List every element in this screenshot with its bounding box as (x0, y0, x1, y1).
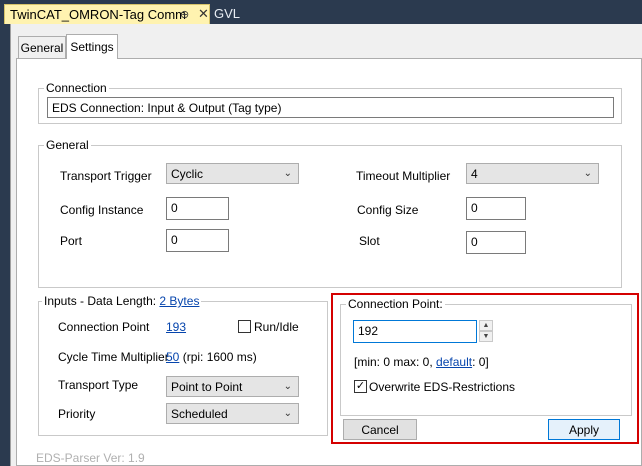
chevron-down-icon: ⌄ (583, 168, 592, 179)
transport-type-label: Transport Type (58, 378, 139, 392)
transport-type-value: Point to Point (171, 380, 243, 394)
connection-legend: Connection (44, 81, 109, 95)
connection-point-link[interactable]: 193 (166, 320, 186, 334)
timeout-multiplier-value: 4 (471, 167, 478, 181)
port-field[interactable]: 0 (166, 229, 229, 252)
left-frame (0, 24, 10, 466)
tab-general[interactable]: General (18, 36, 66, 58)
chevron-down-icon: ⌄ (283, 381, 292, 392)
config-instance-field[interactable]: 0 (166, 197, 229, 220)
run-idle-checkbox[interactable] (238, 320, 251, 333)
inputs-legend-text: Inputs - Data Length: (44, 294, 157, 308)
run-idle-label: Run/Idle (254, 320, 299, 334)
spin-up-icon[interactable]: ▲ (479, 320, 493, 331)
apply-button[interactable]: Apply (548, 419, 620, 440)
inputs-legend: Inputs - Data Length: 2 Bytes (42, 294, 202, 308)
doc-tab-label: TwinCAT_OMRON-Tag Comm (10, 7, 187, 22)
connection-point-label: Connection Point (58, 320, 150, 334)
spin-down-icon[interactable]: ▼ (479, 331, 493, 342)
transport-type-select[interactable]: Point to Point ⌄ (166, 376, 299, 397)
close-icon[interactable]: ✕ (198, 6, 209, 22)
timeout-multiplier-label: Timeout Multiplier (356, 169, 451, 183)
range-text: [min: 0 max: 0, default: 0] (354, 355, 489, 369)
overwrite-eds-checkbox[interactable]: ✓ (354, 380, 367, 393)
transport-trigger-label: Transport Trigger (60, 169, 152, 183)
priority-label: Priority (58, 407, 96, 421)
slot-field[interactable]: 0 (466, 231, 526, 254)
connection-point-input[interactable]: 192 (353, 320, 477, 343)
chevron-down-icon: ⌄ (283, 168, 292, 179)
doc-tab-twincat-omron[interactable]: TwinCAT_OMRON-Tag Comm ⊕ ✕ (4, 4, 210, 24)
pin-icon[interactable]: ⊕ (180, 8, 189, 21)
overwrite-eds-label: Overwrite EDS-Restrictions (369, 380, 516, 394)
range-prefix: [min: 0 max: 0, (354, 355, 433, 369)
tab-settings[interactable]: Settings (66, 34, 118, 59)
transport-trigger-value: Cyclic (171, 167, 203, 181)
chevron-down-icon: ⌄ (283, 408, 292, 419)
connection-point-legend: Connection Point: (346, 297, 445, 311)
transport-trigger-select[interactable]: Cyclic ⌄ (166, 163, 299, 184)
cancel-button[interactable]: Cancel (343, 419, 417, 440)
default-link[interactable]: default (436, 355, 472, 369)
config-size-label: Config Size (357, 203, 419, 217)
general-legend: General (44, 138, 91, 152)
data-length-link[interactable]: 2 Bytes (159, 294, 199, 308)
doc-tab-gvl[interactable]: GVL (214, 6, 240, 24)
cycle-time-multiplier-label: Cycle Time Multiplier (58, 350, 169, 364)
cycle-time-link[interactable]: 50 (166, 350, 179, 364)
port-label: Port (60, 234, 83, 248)
config-size-field[interactable]: 0 (466, 197, 526, 220)
timeout-multiplier-select[interactable]: 4 ⌄ (466, 163, 599, 184)
cycle-time-value: 50 (rpi: 1600 ms) (166, 350, 257, 364)
range-suffix: : 0] (472, 355, 489, 369)
priority-select[interactable]: Scheduled ⌄ (166, 403, 299, 424)
config-instance-label: Config Instance (60, 203, 144, 217)
slot-label: Slot (359, 234, 380, 248)
priority-value: Scheduled (171, 407, 228, 421)
rpi-text: (rpi: 1600 ms) (182, 350, 257, 364)
eds-parser-version: EDS-Parser Ver: 1.9 (36, 451, 145, 465)
connection-field[interactable]: EDS Connection: Input & Output (Tag type… (47, 97, 614, 118)
